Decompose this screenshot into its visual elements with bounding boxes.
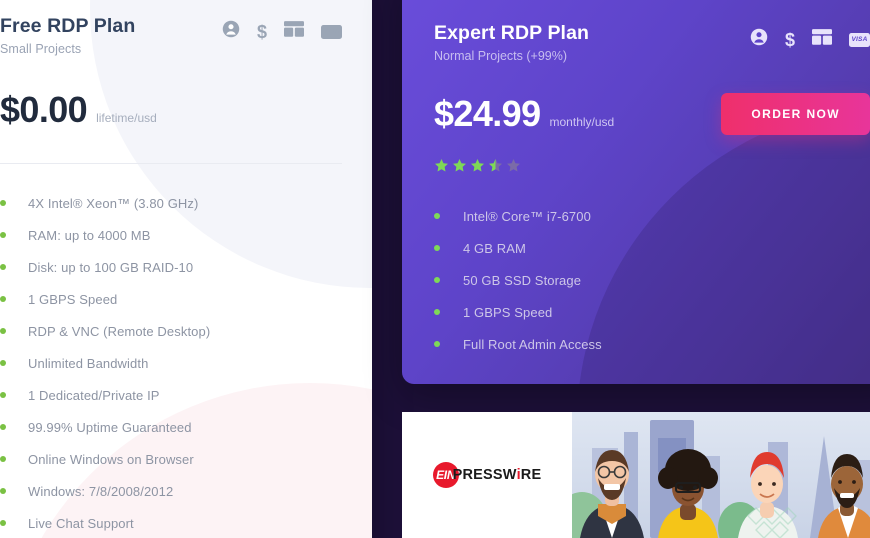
feature-label: Unlimited Bandwidth [28, 355, 149, 371]
bullet-included-icon [0, 488, 6, 495]
advertisement-banner[interactable]: EIN PRESSWiRE [402, 412, 870, 538]
feature-label: Live Chat Support [28, 515, 134, 531]
free-plan-feature-item: 99.99% Uptime Guaranteed [0, 411, 342, 443]
free-plan-feature-item: 1 Dedicated/Private IP [0, 379, 342, 411]
feature-label: 4X Intel® Xeon™ (3.80 GHz) [28, 195, 199, 211]
star-rating [434, 135, 870, 173]
feature-label: Disk: up to 100 GB RAID-10 [28, 259, 194, 275]
free-plan-feature-list: 4X Intel® Xeon™ (3.80 GHz) RAM: up to 400… [0, 164, 342, 538]
expert-plan-feature-item: 50 GB SSD Storage [434, 264, 870, 296]
expert-plan-title: Expert RDP Plan [434, 22, 590, 44]
box-icon [284, 21, 304, 42]
free-plan-payment-icons: $ VISA [222, 14, 342, 43]
free-plan-feature-item: 1 GBPS Speed [0, 283, 342, 315]
free-plan-feature-item: Online Windows on Browser [0, 443, 342, 475]
feature-label: 50 GB SSD Storage [463, 272, 582, 288]
expert-plan-subtitle: Normal Projects (+99%) [434, 49, 568, 63]
visa-icon: VISA [321, 24, 342, 39]
expert-plan-feature-item: 1 GBPS Speed [434, 296, 870, 328]
free-plan-price-row: $0.00 lifetime/usd [0, 56, 342, 128]
expert-plan-header: Expert RDP Plan Normal Projects (+99%) $ [434, 0, 870, 63]
bullet-included-icon [434, 277, 440, 283]
feature-label: Full Root Admin Access [463, 336, 602, 352]
expert-price-group: $24.99 monthly/usd [434, 96, 614, 132]
free-plan-price: $0.00 [0, 89, 88, 131]
ad-logo-pane: EIN PRESSWiRE [402, 412, 572, 538]
bullet-included-icon [434, 309, 440, 315]
expert-plan-price-row: $24.99 monthly/usd ORDER NOW [434, 63, 870, 135]
ad-illustration: i ✕ [572, 412, 870, 538]
free-plan-feature-item: RDP & VNC (Remote Desktop) [0, 315, 342, 347]
free-plan-titles: Free RDP Plan Small Projects [0, 14, 135, 56]
bullet-included-icon [434, 245, 440, 251]
free-plan-feature-item: RAM: up to 4000 MB [0, 219, 342, 251]
expert-plan-payment-icons: $ VISA [750, 22, 870, 51]
bullet-included-icon [0, 232, 6, 239]
star-full-icon [435, 159, 448, 172]
star-full-icon [453, 159, 466, 172]
feature-label: 4 GB RAM [463, 240, 526, 256]
expert-plan-feature-list: Intel® Core™ i7-6700 4 GB RAM 50 GB SSD St… [434, 173, 870, 360]
bullet-included-icon [0, 520, 6, 527]
free-plan-subtitle: Small Projects [0, 42, 82, 57]
bullet-included-icon [0, 424, 6, 431]
bullet-included-icon [0, 392, 6, 399]
bullet-included-icon [0, 328, 6, 335]
expert-plan-titles: Expert RDP Plan Normal Projects (+99%) [434, 22, 589, 63]
bullet-included-icon [434, 213, 440, 219]
account-icon [750, 28, 768, 51]
order-now-button[interactable]: ORDER NOW [721, 93, 870, 135]
dollar-icon: $ [256, 21, 267, 42]
expert-plan-feature-item: 4 GB RAM [434, 232, 870, 264]
feature-label: RDP & VNC (Remote Desktop) [28, 323, 211, 339]
free-plan-feature-item: Unlimited Bandwidth [0, 347, 342, 379]
free-plan-card: Free RDP Plan Small Projects $ VISA $0.0… [0, 0, 372, 538]
bullet-included-icon [0, 264, 6, 271]
account-icon [222, 20, 240, 43]
star-half-icon [489, 159, 502, 172]
star-empty-icon [507, 159, 520, 172]
ein-presswire-logo: EIN PRESSWiRE [432, 462, 542, 488]
expert-plan-card: Expert RDP Plan Normal Projects (+99%) $ [402, 0, 870, 384]
bullet-included-icon [0, 296, 6, 303]
box-icon [812, 29, 832, 50]
free-plan-feature-item: 4X Intel® Xeon™ (3.80 GHz) [0, 187, 342, 219]
free-plan-price-unit: lifetime/usd [96, 111, 157, 126]
expert-plan-price-unit: monthly/usd [549, 115, 615, 129]
feature-label: RAM: up to 4000 MB [28, 227, 151, 243]
free-plan-header: Free RDP Plan Small Projects $ VISA [0, 0, 342, 56]
bullet-included-icon [0, 456, 6, 463]
star-full-icon [471, 159, 484, 172]
feature-label: 1 Dedicated/Private IP [28, 387, 160, 403]
feature-label: Online Windows on Browser [28, 451, 194, 467]
expert-plan-feature-item: Intel® Core™ i7-6700 [434, 200, 870, 232]
feature-label: 1 GBPS Speed [28, 291, 118, 307]
visa-icon: VISA [849, 32, 870, 47]
feature-label: 99.99% Uptime Guaranteed [28, 419, 192, 435]
expert-plan-feature-item: Full Root Admin Access [434, 328, 870, 360]
dollar-icon: $ [784, 29, 795, 50]
free-plan-feature-item: Disk: up to 100 GB RAID-10 [0, 251, 342, 283]
bullet-included-icon [434, 341, 440, 347]
presswire-text: PRESSWiRE [452, 467, 542, 483]
expert-plan-price: $24.99 [434, 93, 541, 134]
bullet-included-icon [0, 200, 6, 207]
feature-label: Intel® Core™ i7-6700 [463, 208, 591, 224]
feature-label: Windows: 7/8/2008/2012 [28, 483, 174, 499]
free-plan-feature-item: Live Chat Support [0, 507, 342, 538]
free-plan-title: Free RDP Plan [0, 15, 136, 37]
free-plan-feature-item: Windows: 7/8/2008/2012 [0, 475, 342, 507]
feature-label: 1 GBPS Speed [463, 304, 553, 320]
ad-people-illustration [572, 412, 870, 538]
bullet-included-icon [0, 360, 6, 367]
